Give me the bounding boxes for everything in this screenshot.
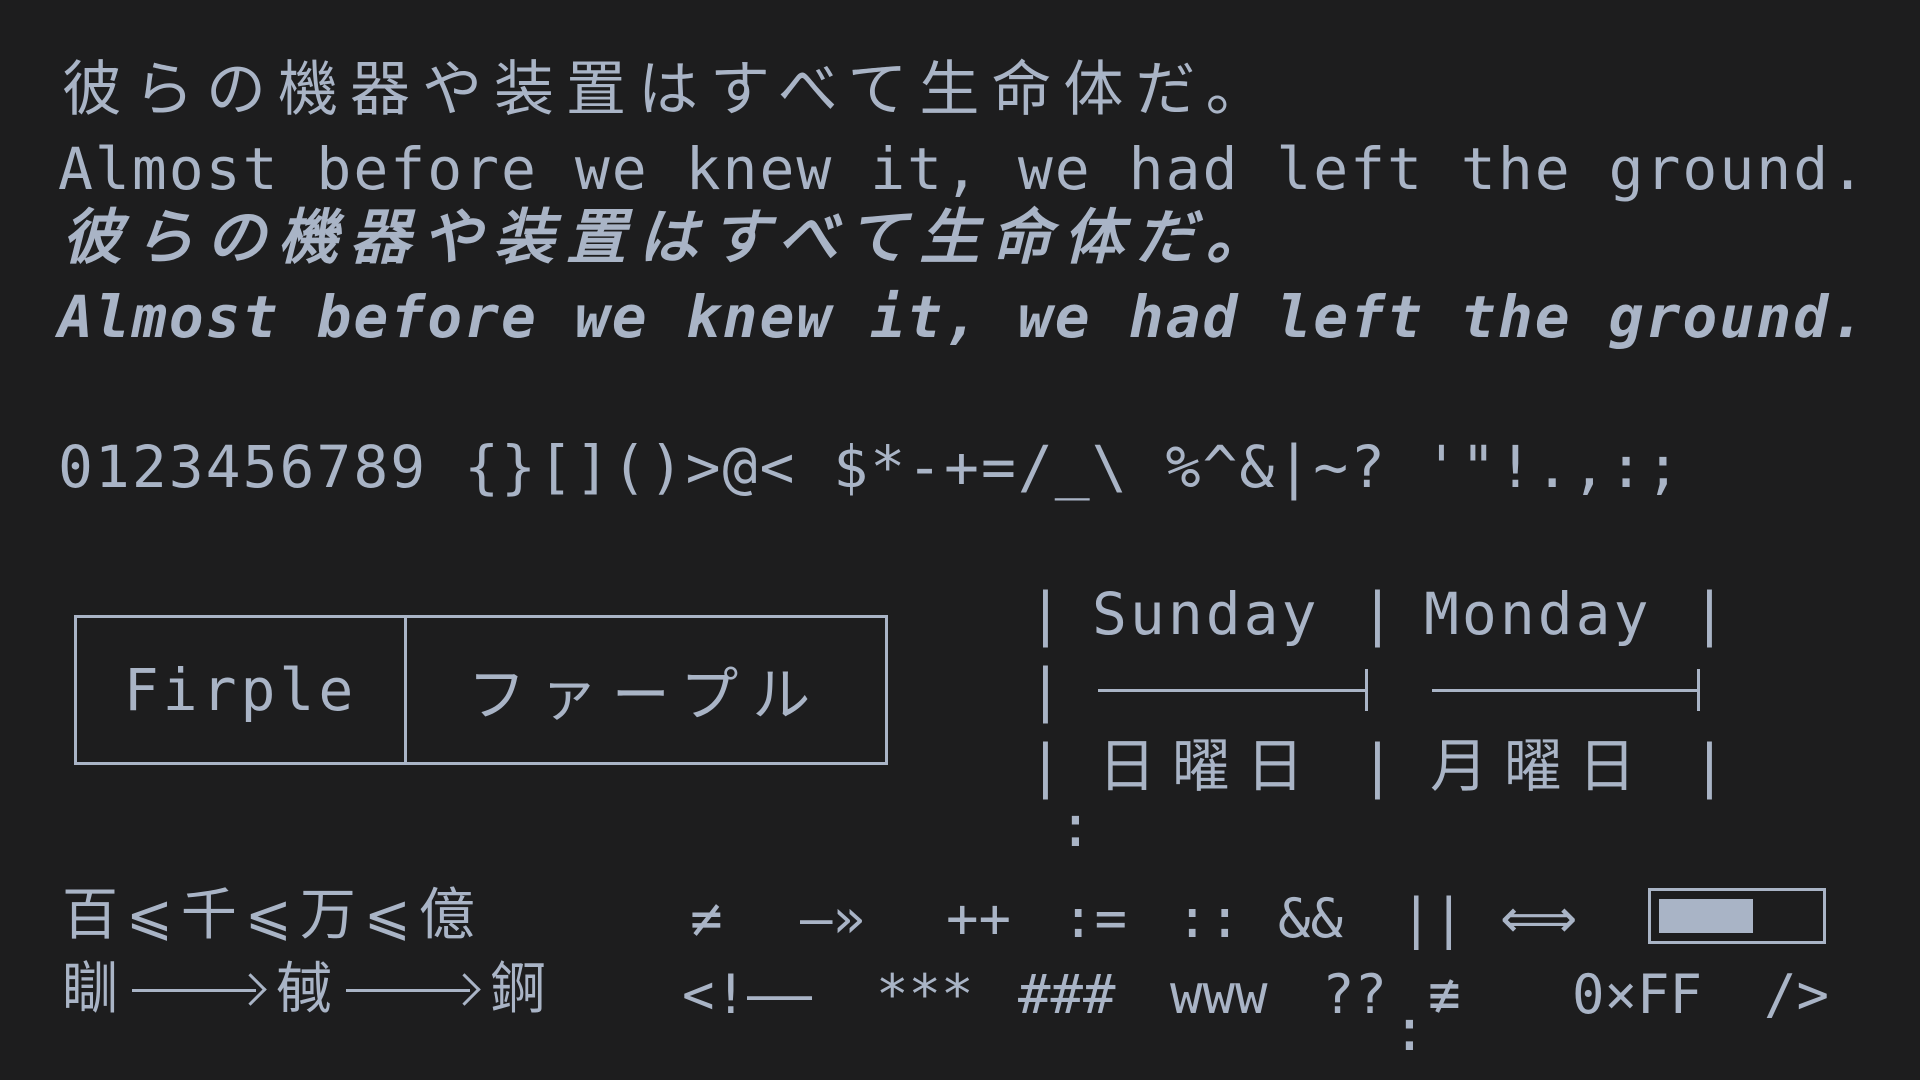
kanji-item: 百: [62, 883, 118, 948]
less-equal-sign: ⩽: [363, 883, 411, 948]
table-pipe: |: [1692, 732, 1727, 800]
ligature-not-equal: ≠: [690, 887, 723, 950]
sample-english-bold-italic: Almost before we knew it, we had left th…: [58, 283, 1868, 351]
less-equal-sign: ⩽: [244, 883, 292, 948]
ligature-double-question: ??: [1322, 963, 1388, 1026]
sample-english-regular: Almost before we knew it, we had left th…: [58, 135, 1868, 203]
kanji-item: 億: [418, 883, 475, 948]
ligature-logical-and: &&: [1278, 887, 1344, 950]
ligature-triple-hash: ###: [1018, 963, 1116, 1026]
ligature-assign: :=: [1062, 887, 1128, 950]
table-header-sunday: Sunday: [1092, 580, 1320, 648]
table-header-monday: Monday: [1424, 580, 1652, 648]
table-rule-tick: [1365, 669, 1368, 711]
sample-japanese-regular: 彼らの機器や装置はすべて生命体だ。: [62, 55, 1278, 125]
ligature-iff-arrow: ⟺: [1500, 887, 1578, 950]
table-header-row: | Sunday | Monday |: [1020, 580, 1727, 661]
long-arrow-icon: [132, 970, 267, 1010]
ligature-self-closing-tag: />: [1764, 963, 1830, 1026]
long-arrow-icon: [346, 970, 481, 1010]
table-pipe: |: [1028, 580, 1063, 648]
table-pipe: |: [1028, 656, 1063, 724]
name-katakana: ファープル: [467, 661, 825, 729]
kanji-order-row: 百 ⩽ 千 ⩽ 万 ⩽ 億: [62, 888, 475, 944]
ligature-double-colon: ::: [1176, 887, 1242, 950]
table-rule-line: [1098, 689, 1368, 692]
table-rule-line: [1432, 689, 1700, 692]
name-latin: Firple: [77, 618, 407, 762]
markdown-table: | Sunday | Monday | | : : | 日曜日 | 月曜日 |: [1020, 580, 1727, 1059]
kanji-item: 瞓: [62, 957, 118, 1022]
ligature-not-identical: ≢: [1428, 963, 1461, 1026]
table-cell-sunday-jp: 日曜日: [1098, 732, 1321, 800]
ligature-html-comment: <!——: [682, 963, 813, 1026]
table-pipe: |: [1360, 732, 1395, 800]
sample-japanese-bold-italic: 彼らの機器や装置はすべて生命体だ。: [62, 203, 1278, 273]
name-box: Firple ファープル: [74, 615, 888, 765]
kanji-item: 戫: [276, 957, 332, 1022]
table-align-colon: :: [1392, 996, 1427, 1064]
ligature-logical-or: ||: [1400, 887, 1466, 950]
table-rule-tick: [1697, 669, 1700, 711]
table-pipe: |: [1028, 732, 1063, 800]
kanji-item: 千: [180, 883, 237, 948]
progress-bar-fill: [1659, 899, 1753, 933]
kanji-item: 錒: [490, 957, 546, 1022]
ligature-hex-literal: 0×FF: [1572, 963, 1703, 1026]
table-separator-row: | : :: [1020, 656, 1700, 1059]
progress-bar-glyph: [1648, 888, 1826, 944]
table-body-row: | 日曜日 | 月曜日 |: [1020, 732, 1727, 813]
less-equal-sign: ⩽: [126, 883, 173, 948]
ligature-triple-star: ***: [876, 963, 974, 1026]
glyph-set-line: 0123456789 {}[]()>@< $*-+=/_\ %^&|~? '"!…: [58, 433, 1683, 501]
table-cell-monday-jp: 月曜日: [1430, 732, 1653, 800]
table-pipe: |: [1692, 580, 1727, 648]
kanji-arrow-row: 瞓 戫 錒: [62, 962, 546, 1018]
kanji-item: 万: [299, 883, 356, 948]
ligature-increment: ++: [946, 887, 1012, 950]
ligature-long-double-arrow: —»: [800, 887, 866, 950]
table-pipe: |: [1360, 580, 1395, 648]
ligature-www: www: [1170, 963, 1268, 1026]
